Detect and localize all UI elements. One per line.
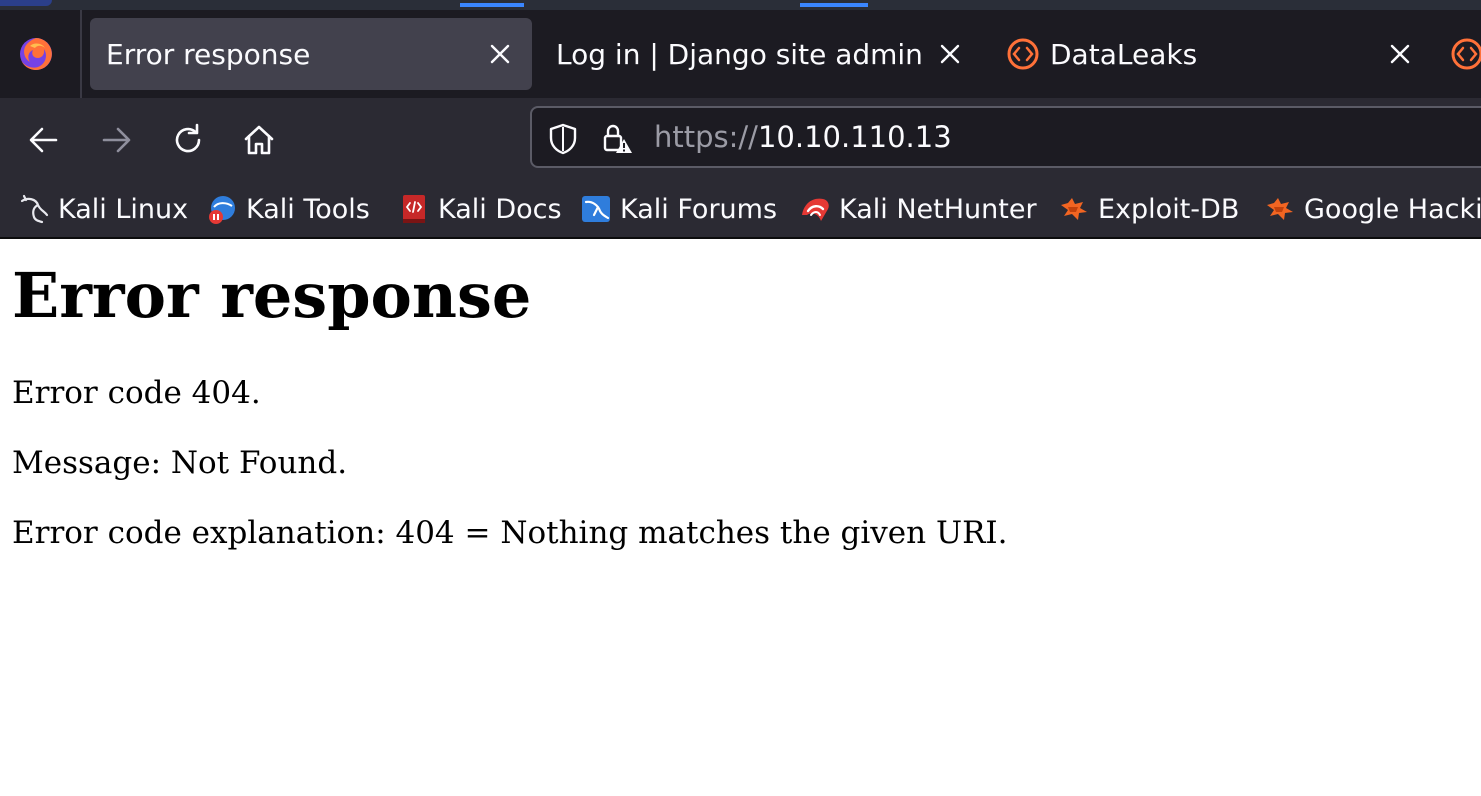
error-message-text: Message: Not Found. [12,445,348,481]
close-tab-icon[interactable] [1384,38,1416,70]
error-code-text: Error code 404. [12,375,261,411]
kali-dragon-icon [20,194,49,224]
lock-warning-icon[interactable] [600,122,634,156]
bookmark-kali-nethunter[interactable]: Kali NetHunter [799,191,1037,227]
google-hacking-icon [1267,198,1293,220]
url-scheme: https:// [654,120,758,154]
home-icon[interactable] [239,120,279,160]
navigation-toolbar: https://10.10.110.13 [0,98,1481,181]
panel-app-indicator [0,0,52,6]
kali-nethunter-icon [802,198,829,221]
bookmark-kali-linux[interactable]: Kali Linux [18,191,188,227]
bookmark-label: Kali Docs [438,193,562,225]
tab-title: Log in | Django site admin [556,37,923,71]
bookmark-label: Google Hackin [1304,193,1481,225]
url-text[interactable]: https://10.10.110.13 [654,120,952,154]
tab-dataleaks[interactable]: DataLeaks [990,18,1440,90]
tab-bar: Error response Log in | Django site admi… [0,10,1481,98]
bookmark-exploit-db[interactable]: Exploit-DB [1058,191,1239,227]
page-title: Error response [12,259,532,332]
bookmark-kali-tools[interactable]: Kali Tools [206,191,370,227]
bookmark-label: Kali Forums [620,193,778,225]
page-content: Error response Error code 404. Message: … [0,239,1481,796]
close-tab-icon[interactable] [934,38,966,70]
reload-icon[interactable] [168,120,208,160]
bookmark-google-hacking[interactable]: Google Hackin [1264,191,1481,227]
bookmark-kali-forums[interactable]: Kali Forums [580,191,777,227]
bookmark-label: Kali Tools [246,193,370,225]
bookmark-label: Exploit-DB [1098,193,1240,225]
desktop-panel-strip [0,0,1481,10]
arrow-left-icon[interactable] [24,120,64,160]
url-host: 10.10.110.13 [757,120,952,154]
bookmarks-toolbar: Kali Linux Kali Tools Kali Docs Kali For… [0,181,1481,239]
tab-separator [80,10,82,98]
tab-title: Error response [106,37,311,71]
code-brackets-icon[interactable] [1450,37,1481,71]
exploit-db-icon [1061,198,1087,220]
bookmark-label: Kali NetHunter [839,193,1037,225]
url-bar[interactable]: https://10.10.110.13 [530,106,1481,168]
tab-django-admin[interactable]: Log in | Django site admin [540,18,980,90]
workspace-indicator [800,3,868,7]
workspace-indicator [460,3,524,7]
kali-docs-icon [403,195,425,223]
arrow-right-icon[interactable] [96,120,136,160]
kali-tools-icon [209,196,235,224]
tab-error-response[interactable]: Error response [90,18,532,90]
error-explanation-text: Error code explanation: 404 = Nothing ma… [12,515,1008,551]
bookmark-label: Kali Linux [58,193,189,225]
tracking-shield-icon[interactable] [546,122,580,156]
bookmark-kali-docs[interactable]: Kali Docs [398,191,562,227]
kali-forums-icon [582,196,610,222]
tab-title: DataLeaks [1050,37,1198,71]
close-tab-icon[interactable] [484,38,516,70]
firefox-logo-icon[interactable] [18,36,54,72]
code-brackets-icon [1007,38,1039,70]
